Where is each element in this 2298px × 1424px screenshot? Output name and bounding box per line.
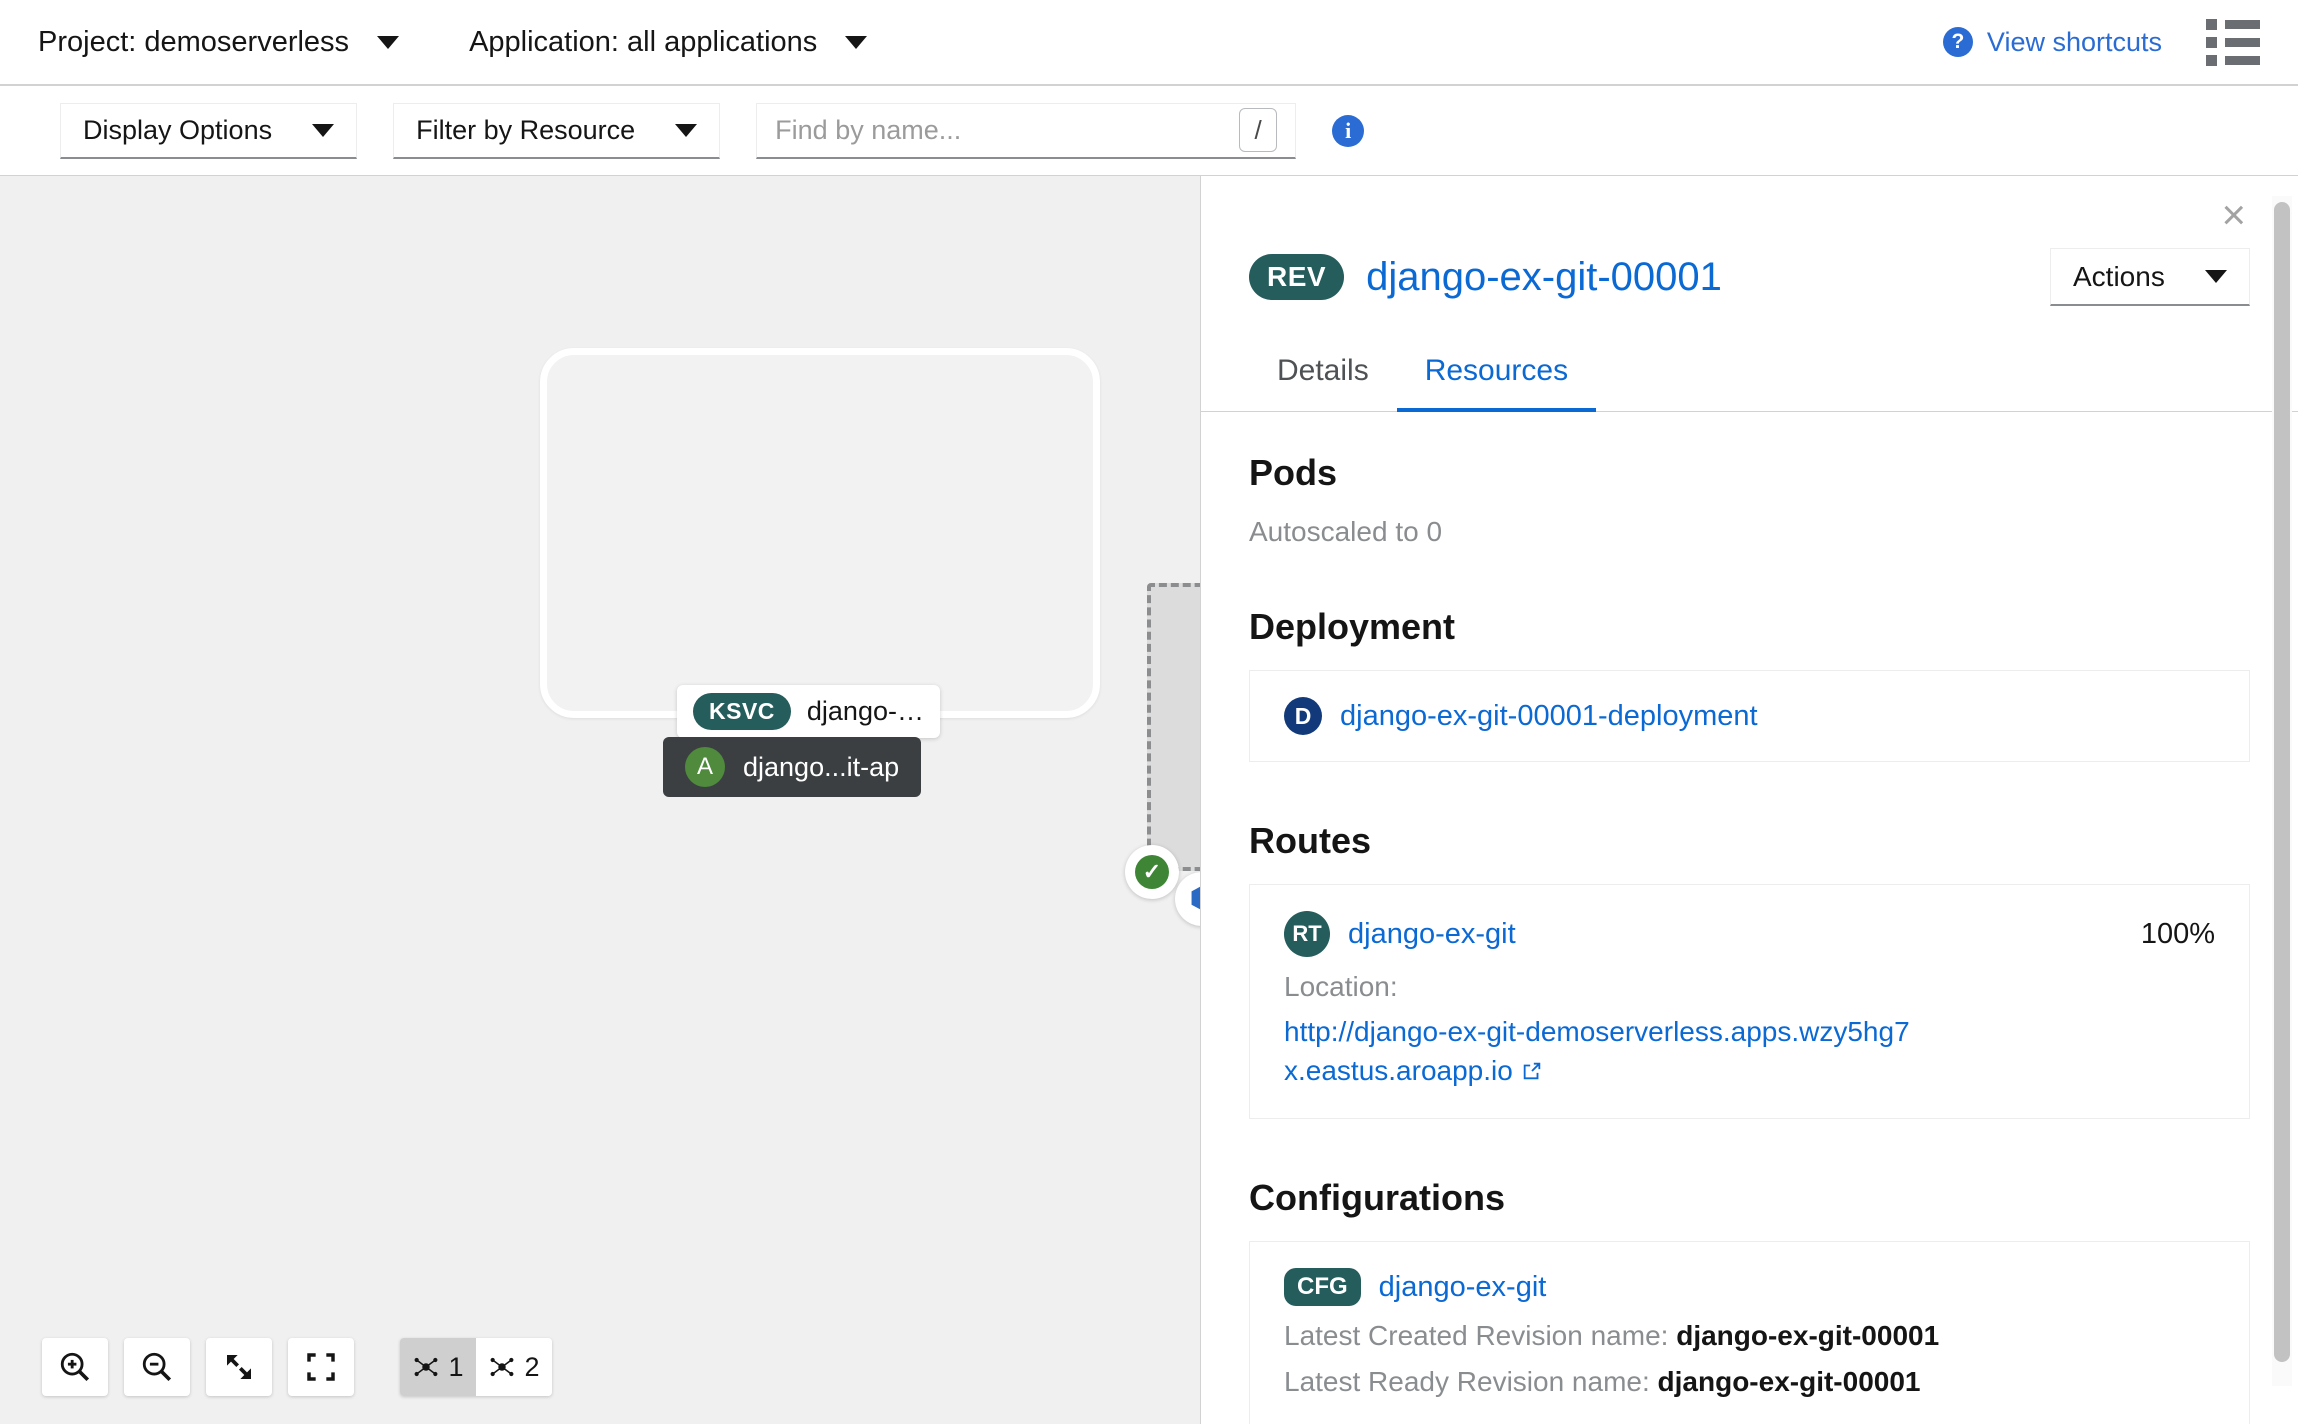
project-selector[interactable]: Project: demoserverless: [38, 25, 400, 59]
layout-option-1-label: 1: [448, 1351, 464, 1382]
ksvc-pill-badge: KSVC: [693, 693, 791, 730]
deployment-heading: Deployment: [1249, 606, 1456, 647]
pods-heading: Pods: [1249, 452, 1338, 493]
route-url-link[interactable]: http://django-ex-git-demoserverless.apps…: [1284, 1013, 1924, 1092]
topology-layout-icon: [491, 1357, 514, 1377]
actions-dropdown[interactable]: Actions: [2050, 248, 2250, 306]
display-options-dropdown[interactable]: Display Options: [60, 102, 358, 159]
chevron-down-icon: [675, 123, 698, 137]
chevron-down-icon: [312, 123, 335, 137]
application-group[interactable]: Autoscaled to 0 REV django...-00 ✓ K: [540, 348, 1200, 926]
question-circle-icon: ?: [1942, 27, 1973, 57]
chevron-down-icon: [377, 35, 400, 49]
pods-empty-state: Autoscaled to 0: [1249, 516, 1443, 547]
fit-to-screen-icon: [227, 1355, 251, 1379]
latest-ready-value: django-ex-git-00001: [1657, 1366, 1921, 1398]
chevron-down-icon: [845, 35, 868, 49]
page-title[interactable]: django-ex-git-00001: [1366, 255, 1722, 300]
configurations-heading: Configurations: [1249, 1177, 1505, 1219]
route-link[interactable]: django-ex-git: [1348, 918, 1516, 951]
latest-created-revision: Latest Created Revision name: django-ex-…: [1284, 1320, 2215, 1352]
layout-option-1[interactable]: 1: [400, 1338, 476, 1396]
view-shortcuts-label: View shortcuts: [1986, 26, 2162, 57]
deployment-badge: D: [1284, 697, 1322, 735]
knative-service-group[interactable]: Autoscaled to 0 REV django...-00: [1147, 583, 1200, 871]
knative-service-pill[interactable]: KSVC django-…: [677, 685, 940, 738]
knative-serving-icon: K n: [1175, 872, 1200, 926]
tab-details[interactable]: Details: [1249, 336, 1397, 412]
topology-toolbar: Display Options Filter by Resource Find …: [0, 86, 2298, 176]
application-tooltip-label: django...it-ap: [743, 751, 900, 782]
topology-canvas[interactable]: Autoscaled to 0 REV django...-00 ✓ K: [0, 176, 1200, 1424]
search-shortcut-key: /: [1239, 108, 1278, 152]
actions-label: Actions: [2073, 260, 2165, 292]
view-shortcuts-link[interactable]: ? View shortcuts: [1942, 26, 2162, 58]
find-by-name-placeholder: Find by name...: [775, 114, 962, 145]
configurations-card: CFG django-ex-git Latest Created Revisio…: [1249, 1241, 2250, 1424]
resource-side-panel: × REV django-ex-git-00001 Actions Detail…: [1200, 176, 2298, 1424]
routes-heading: Routes: [1249, 820, 1372, 861]
layout-toggle-group: 1 2: [400, 1338, 552, 1396]
application-badge: A: [685, 747, 725, 787]
configuration-row: CFG django-ex-git: [1284, 1268, 2215, 1307]
zoom-out-button[interactable]: [124, 1338, 190, 1396]
filter-by-resource-dropdown[interactable]: Filter by Resource: [393, 102, 721, 159]
zoom-in-icon: [60, 1352, 90, 1382]
application-tooltip: A django...it-ap: [663, 737, 922, 797]
panel-header: × REV django-ex-git-00001 Actions: [1201, 176, 2298, 336]
project-selector-label: Project: demoserverless: [38, 25, 350, 58]
graph-controls-toolbar: 1 2: [42, 1338, 552, 1396]
zoom-out-icon: [142, 1352, 172, 1382]
ksvc-pill-label: django-…: [806, 696, 924, 726]
zoom-in-button[interactable]: [42, 1338, 108, 1396]
deployment-link[interactable]: django-ex-git-00001-deployment: [1340, 700, 1758, 733]
route-row: RT django-ex-git 100%: [1284, 911, 2215, 957]
find-by-name-field[interactable]: Find by name... /: [756, 102, 1297, 159]
application-selector-label: Application: all applications: [469, 25, 818, 58]
deployment-card: D django-ex-git-00001-deployment: [1249, 670, 2250, 762]
reset-view-button[interactable]: [288, 1338, 354, 1396]
filter-by-resource-label: Filter by Resource: [416, 114, 636, 145]
top-bar: Project: demoserverless Application: all…: [0, 0, 2298, 86]
fit-to-screen-button[interactable]: [206, 1338, 272, 1396]
latest-created-value: django-ex-git-00001: [1676, 1320, 1940, 1352]
top-bar-right: ? View shortcuts: [1942, 18, 2260, 66]
configuration-link[interactable]: django-ex-git: [1379, 1271, 1547, 1304]
panel-body: Pods Autoscaled to 0 Deployment D django…: [1201, 412, 2298, 1424]
info-circle-icon[interactable]: i: [1332, 114, 1365, 147]
layout-option-2[interactable]: 2: [476, 1338, 552, 1396]
configuration-badge: CFG: [1284, 1268, 1361, 1307]
panel-scrollbar-thumb[interactable]: [2274, 202, 2290, 1362]
check-circle-icon: ✓: [1135, 855, 1169, 889]
routes-card: RT django-ex-git 100% Location: http://d…: [1249, 884, 2250, 1120]
chevron-down-icon: [2205, 270, 2227, 283]
list-view-icon[interactable]: [2206, 18, 2260, 66]
route-traffic-percent: 100%: [2140, 917, 2215, 950]
panel-title-row: REV django-ex-git-00001 Actions: [1249, 248, 2250, 306]
panel-tabs: Details Resources: [1201, 336, 2298, 412]
reset-view-icon: [307, 1353, 335, 1381]
resource-kind-badge: REV: [1249, 254, 1345, 300]
latest-ready-revision: Latest Ready Revision name: django-ex-gi…: [1284, 1366, 2215, 1398]
deployment-row: D django-ex-git-00001-deployment: [1284, 697, 2215, 735]
latest-ready-label: Latest Ready Revision name:: [1284, 1366, 1650, 1398]
tab-resources[interactable]: Resources: [1396, 336, 1597, 412]
status-check-badge: ✓: [1125, 845, 1179, 899]
route-url-text: http://django-ex-git-demoserverless.apps…: [1284, 1016, 1910, 1086]
latest-created-label: Latest Created Revision name:: [1284, 1320, 1669, 1352]
application-selector[interactable]: Application: all applications: [469, 25, 868, 59]
topology-layout-icon: [415, 1357, 438, 1377]
close-icon[interactable]: ×: [2221, 194, 2246, 236]
layout-option-2-label: 2: [524, 1351, 540, 1382]
route-badge: RT: [1284, 911, 1330, 957]
external-link-icon: [1521, 1054, 1543, 1093]
route-location-label: Location:: [1284, 971, 1398, 1002]
display-options-label: Display Options: [83, 114, 273, 145]
